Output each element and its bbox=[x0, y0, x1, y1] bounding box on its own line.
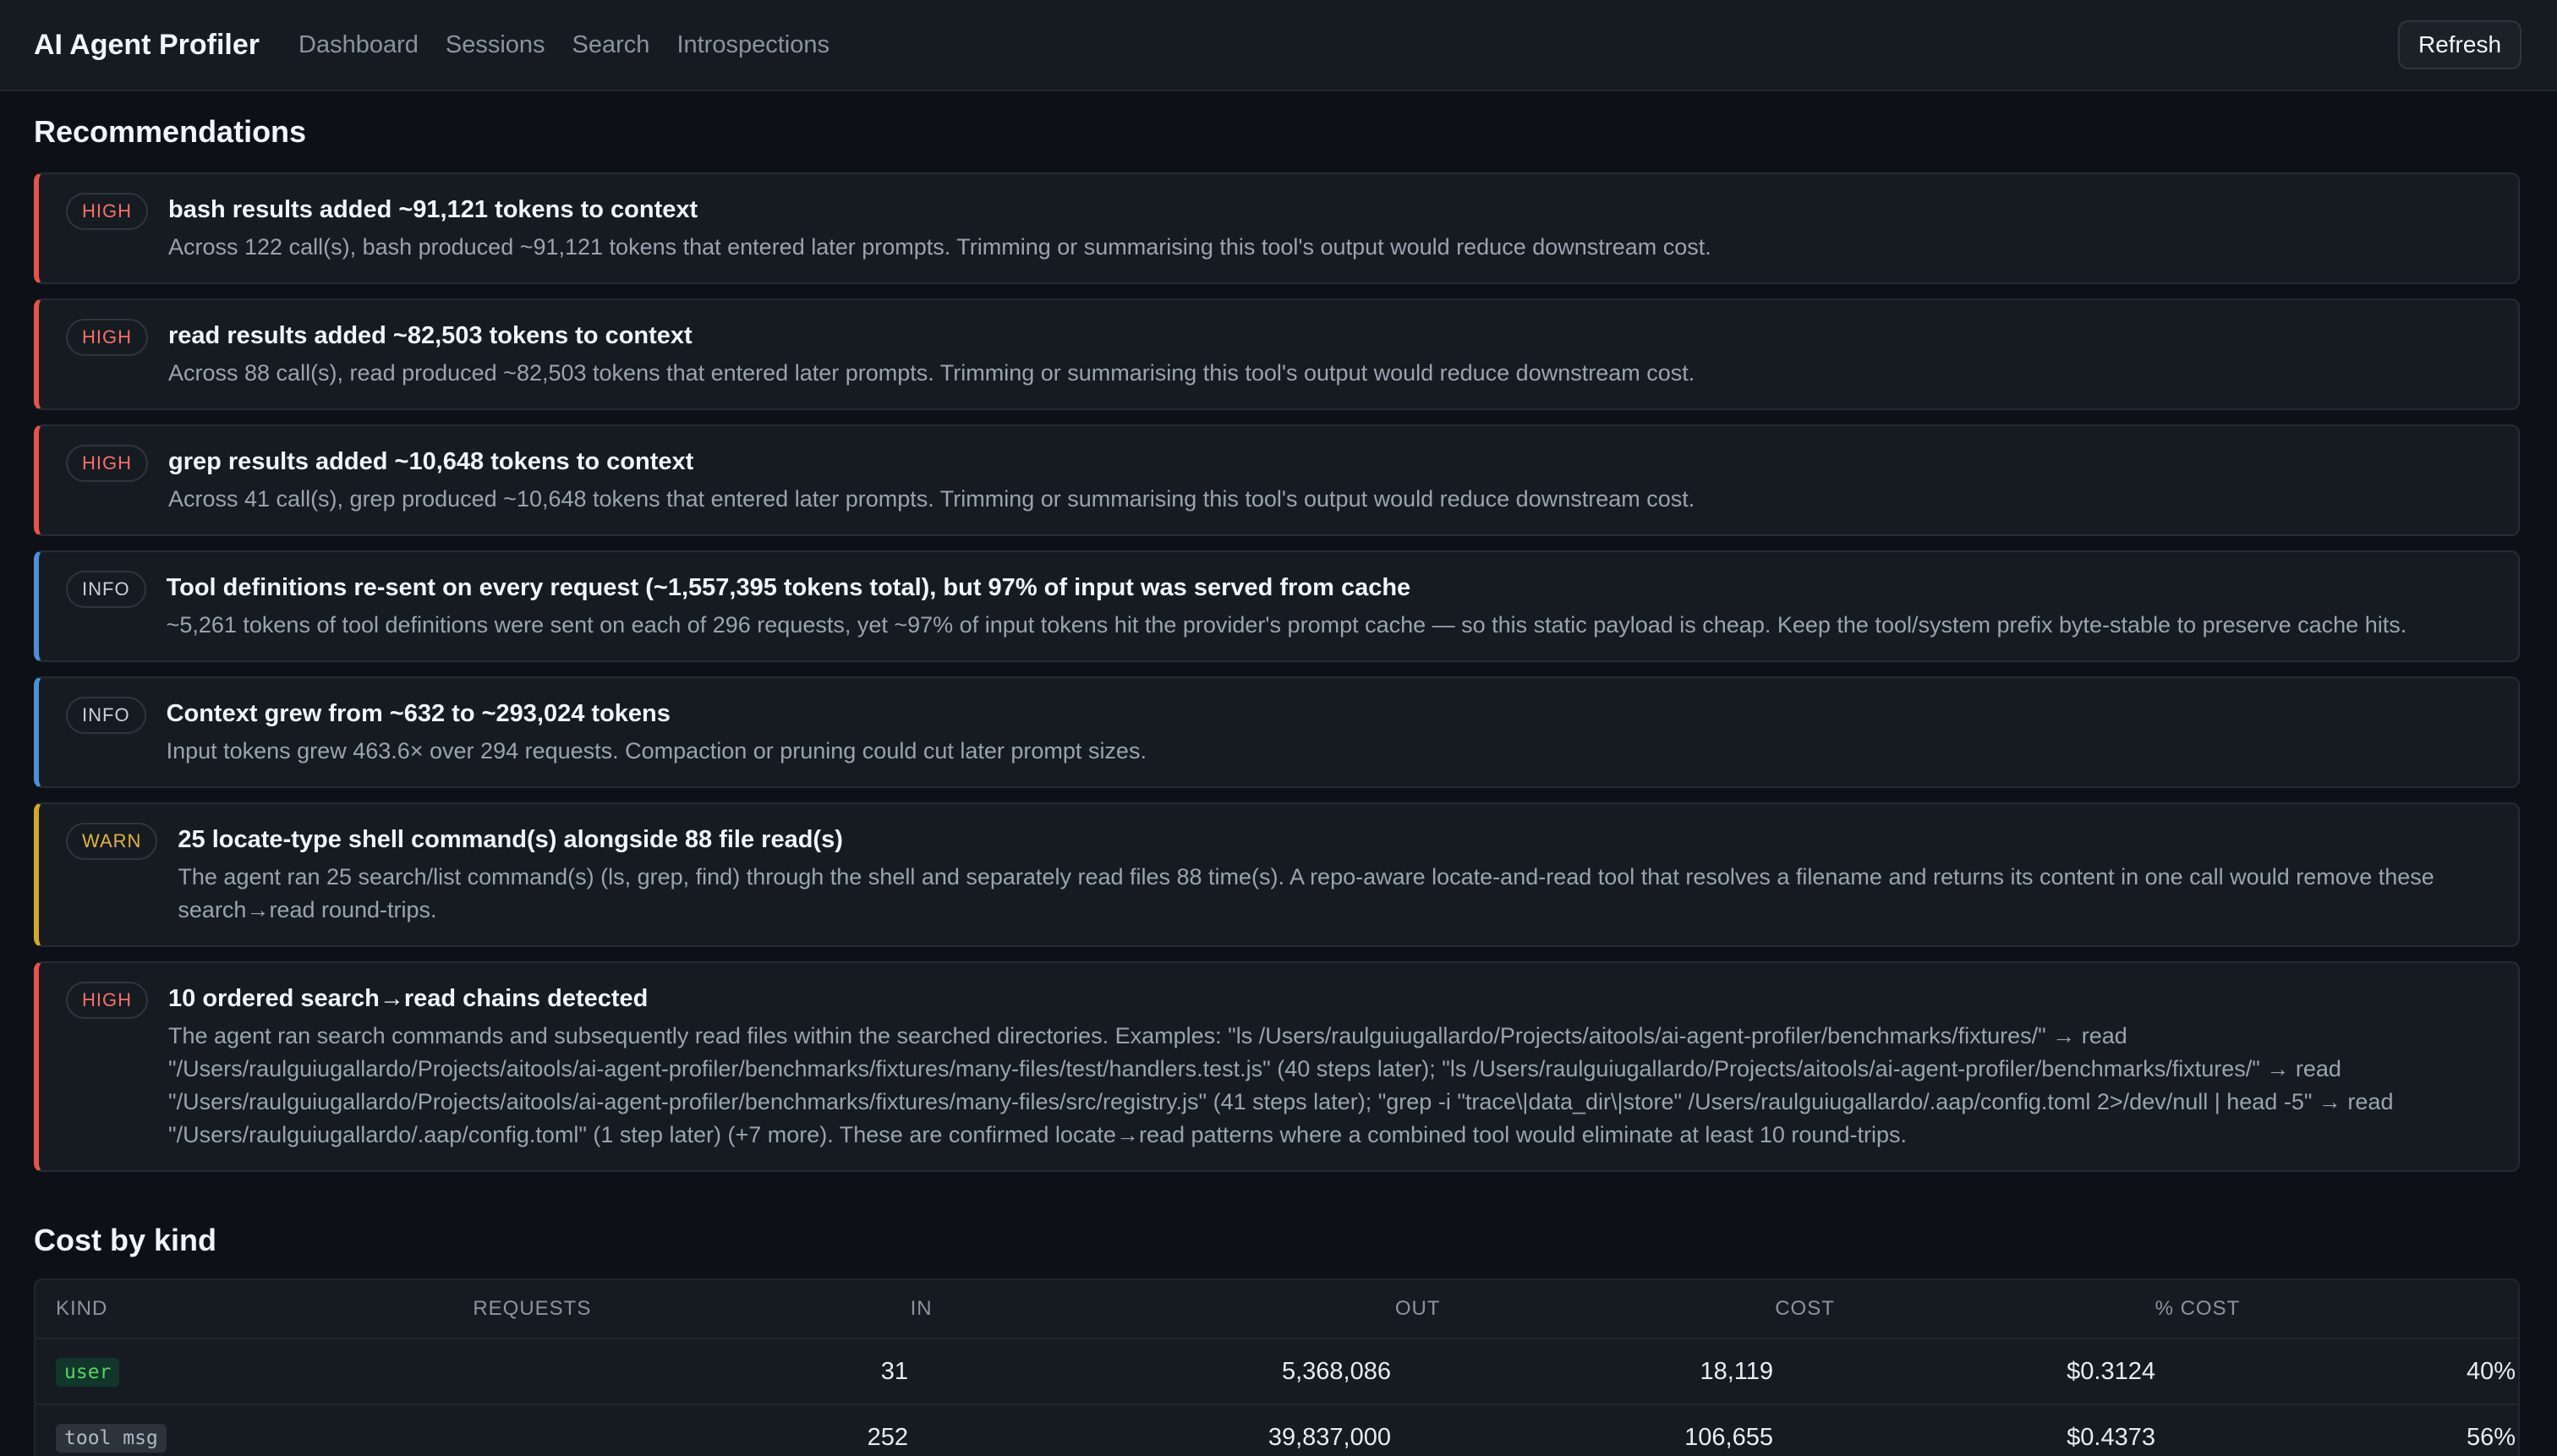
nav-sessions[interactable]: Sessions bbox=[446, 31, 545, 59]
severity-badge: HIGH bbox=[66, 445, 148, 482]
recommendation-card: HIGH grep results added ~10,648 tokens t… bbox=[34, 424, 2520, 536]
recommendation-card: HIGH bash results added ~91,121 tokens t… bbox=[34, 172, 2520, 284]
kind-chip: tool msg bbox=[56, 1423, 167, 1453]
top-bar: AI Agent Profiler Dashboard Sessions Sea… bbox=[0, 0, 2557, 91]
table-row: tool msg 252 39,837,000 106,655 $0.4373 … bbox=[36, 1405, 2518, 1456]
cost-by-kind-heading: Cost by kind bbox=[34, 1223, 217, 1257]
table-header: KIND REQUESTS IN OUT COST % COST bbox=[36, 1280, 2518, 1339]
recommendation-text: Across 122 call(s), bash produced ~91,12… bbox=[168, 234, 1711, 260]
cell-requests: 252 bbox=[867, 1423, 908, 1451]
kind-chip: user bbox=[56, 1357, 120, 1387]
severity-badge: WARN bbox=[66, 823, 158, 860]
recommendation-card: HIGH 10 ordered search→read chains detec… bbox=[34, 961, 2520, 1172]
column-header-pct-cost: % COST bbox=[2155, 1297, 2241, 1320]
recommendation-text: Across 41 call(s), grep produced ~10,648… bbox=[168, 486, 1695, 512]
cell-out: 18,119 bbox=[1700, 1357, 1773, 1385]
nav-search[interactable]: Search bbox=[572, 31, 650, 59]
recommendation-title: read results added ~82,503 tokens to con… bbox=[168, 322, 693, 349]
recommendation-card: HIGH read results added ~82,503 tokens t… bbox=[34, 298, 2520, 410]
recommendation-title: 25 locate-type shell command(s) alongsid… bbox=[178, 826, 843, 853]
column-header-out: OUT bbox=[1394, 1297, 1441, 1320]
severity-badge: INFO bbox=[66, 697, 146, 734]
recommendation-text: The agent ran 25 search/list command(s) … bbox=[178, 864, 2434, 922]
main-nav: Dashboard Sessions Search Introspections bbox=[298, 31, 830, 59]
column-header-cost: COST bbox=[1775, 1297, 1835, 1320]
recommendation-text: The agent ran search commands and subseq… bbox=[168, 1023, 2394, 1147]
cost-by-kind-table: KIND REQUESTS IN OUT COST % COST user 31… bbox=[34, 1278, 2520, 1456]
cell-cost: $0.4373 bbox=[2067, 1423, 2155, 1451]
recommendation-card: WARN 25 locate-type shell command(s) alo… bbox=[34, 802, 2520, 947]
column-header-kind: KIND bbox=[56, 1297, 108, 1320]
severity-badge: HIGH bbox=[66, 319, 148, 356]
nav-introspections[interactable]: Introspections bbox=[676, 31, 830, 59]
cell-in: 39,837,000 bbox=[1268, 1423, 1391, 1451]
cell-requests: 31 bbox=[880, 1357, 908, 1385]
recommendation-title: bash results added ~91,121 tokens to con… bbox=[168, 196, 698, 223]
refresh-button[interactable]: Refresh bbox=[2398, 20, 2521, 69]
recommendation-card: INFO Tool definitions re-sent on every r… bbox=[34, 550, 2520, 662]
cell-out: 106,655 bbox=[1684, 1423, 1773, 1451]
recommendation-text: ~5,261 tokens of tool definitions were s… bbox=[166, 612, 2407, 638]
column-header-in: IN bbox=[910, 1297, 933, 1320]
recommendation-card: INFO Context grew from ~632 to ~293,024 … bbox=[34, 676, 2520, 788]
recommendation-title: 10 ordered search→read chains detected bbox=[168, 985, 649, 1012]
recommendations-heading: Recommendations bbox=[34, 114, 307, 149]
recommendation-text: Input tokens grew 463.6× over 294 reques… bbox=[166, 738, 1147, 764]
cell-cost: $0.3124 bbox=[2067, 1357, 2155, 1385]
recommendation-title: Tool definitions re-sent on every reques… bbox=[166, 574, 1411, 601]
table-row: user 31 5,368,086 18,119 $0.3124 40% bbox=[36, 1339, 2518, 1405]
recommendation-title: Context grew from ~632 to ~293,024 token… bbox=[166, 700, 671, 727]
column-header-requests: REQUESTS bbox=[473, 1297, 592, 1320]
cell-pct-cost: 56% bbox=[2466, 1423, 2516, 1451]
severity-badge: INFO bbox=[66, 571, 146, 608]
app-title: AI Agent Profiler bbox=[34, 28, 260, 61]
main-content: Recommendations HIGH bash results added … bbox=[34, 91, 2520, 1456]
cell-in: 5,368,086 bbox=[1281, 1357, 1391, 1385]
severity-badge: HIGH bbox=[66, 982, 148, 1019]
recommendation-title: grep results added ~10,648 tokens to con… bbox=[168, 448, 694, 475]
recommendation-text: Across 88 call(s), read produced ~82,503… bbox=[168, 360, 1695, 386]
nav-dashboard[interactable]: Dashboard bbox=[298, 31, 419, 59]
severity-badge: HIGH bbox=[66, 193, 148, 230]
cell-pct-cost: 40% bbox=[2466, 1357, 2516, 1385]
